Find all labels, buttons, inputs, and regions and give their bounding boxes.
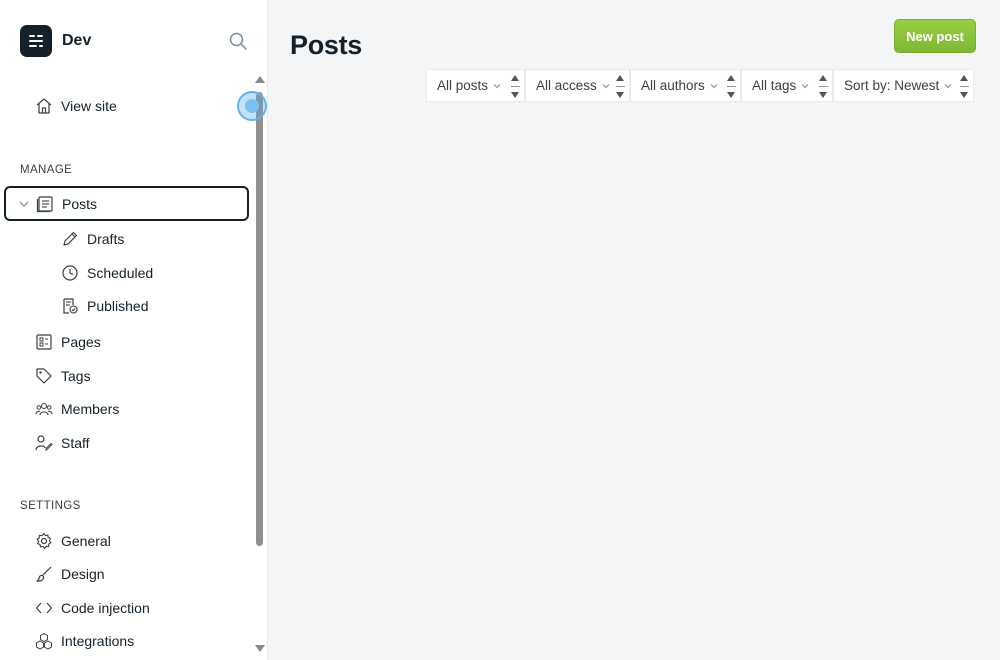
ghost-logo-icon bbox=[20, 25, 52, 57]
chevron-down-icon bbox=[801, 82, 809, 90]
sidebar-item-scheduled[interactable]: Scheduled bbox=[61, 261, 153, 285]
sidebar-item-label: View site bbox=[61, 98, 117, 114]
pencil-icon bbox=[61, 230, 79, 248]
chevron-down-icon bbox=[944, 82, 952, 90]
sidebar-item-tags[interactable]: Tags bbox=[35, 364, 91, 388]
home-icon bbox=[35, 97, 53, 115]
scroll-up-arrow[interactable] bbox=[255, 76, 265, 83]
brush-icon bbox=[35, 565, 53, 583]
filter-label: Sort by: Newest bbox=[844, 78, 940, 93]
scroll-down-arrow[interactable] bbox=[255, 645, 265, 652]
gear-icon bbox=[35, 532, 53, 550]
sidebar-item-label: Published bbox=[87, 298, 149, 314]
sidebar-item-label: Design bbox=[61, 566, 105, 582]
sidebar-item-label: Members bbox=[61, 401, 120, 417]
filter-sort[interactable]: Sort by: Newest bbox=[833, 69, 974, 102]
sidebar-item-view-site[interactable]: View site bbox=[35, 94, 117, 118]
sidebar-item-general[interactable]: General bbox=[35, 529, 111, 553]
chevron-down-icon bbox=[602, 82, 610, 90]
main-content: Posts New post All posts All access All … bbox=[268, 0, 1000, 660]
filter-tags[interactable]: All tags bbox=[741, 69, 833, 102]
sidebar-item-label: Tags bbox=[61, 368, 91, 384]
sidebar-item-label: Staff bbox=[61, 435, 90, 451]
members-icon bbox=[35, 400, 53, 418]
tag-icon bbox=[35, 367, 53, 385]
sidebar-item-staff[interactable]: Staff bbox=[35, 431, 90, 455]
sidebar-item-members[interactable]: Members bbox=[35, 397, 119, 421]
filter-access[interactable]: All access bbox=[525, 69, 630, 102]
spinner-arrows-icon[interactable] bbox=[616, 73, 626, 100]
sidebar-item-label: Posts bbox=[62, 195, 98, 212]
search-icon[interactable] bbox=[228, 31, 248, 51]
pages-icon bbox=[35, 333, 53, 351]
sidebar-scrollbar-thumb[interactable] bbox=[256, 92, 263, 546]
sidebar: Dev View site MANAGE Posts Drafts Schedu… bbox=[0, 0, 268, 660]
sidebar-item-posts[interactable]: Posts bbox=[4, 186, 249, 221]
published-icon bbox=[61, 297, 79, 315]
filter-label: All access bbox=[536, 78, 597, 93]
filter-authors[interactable]: All authors bbox=[630, 69, 741, 102]
chevron-down-icon bbox=[710, 82, 718, 90]
sidebar-item-code-injection[interactable]: Code injection bbox=[35, 596, 150, 620]
spinner-arrows-icon[interactable] bbox=[819, 73, 829, 100]
sidebar-item-label: Scheduled bbox=[87, 265, 154, 281]
staff-icon bbox=[35, 434, 53, 452]
sidebar-item-label: Code injection bbox=[61, 600, 150, 616]
filter-label: All authors bbox=[641, 78, 705, 93]
spinner-arrows-icon[interactable] bbox=[511, 73, 521, 100]
brand-name: Dev bbox=[62, 32, 92, 49]
sidebar-item-published[interactable]: Published bbox=[61, 294, 149, 318]
brand[interactable]: Dev bbox=[20, 25, 91, 57]
clock-icon bbox=[61, 264, 79, 282]
sidebar-item-label: Drafts bbox=[87, 231, 125, 247]
filter-bar: All posts All access All authors All tag… bbox=[426, 69, 974, 102]
new-post-button[interactable]: New post bbox=[894, 19, 976, 53]
sidebar-item-integrations[interactable]: Integrations bbox=[35, 629, 134, 653]
sidebar-item-label: Pages bbox=[61, 334, 101, 350]
manage-section-label: MANAGE bbox=[20, 164, 73, 176]
code-icon bbox=[35, 599, 53, 617]
filter-label: All tags bbox=[752, 78, 797, 93]
sidebar-item-label: Integrations bbox=[61, 633, 135, 649]
filter-post-type[interactable]: All posts bbox=[426, 69, 525, 102]
integrations-icon bbox=[35, 632, 53, 650]
chevron-down-icon bbox=[493, 82, 501, 90]
filter-label: All posts bbox=[437, 78, 489, 93]
settings-section-label: SETTINGS bbox=[20, 500, 81, 512]
spinner-arrows-icon[interactable] bbox=[727, 73, 737, 100]
spinner-arrows-icon[interactable] bbox=[960, 73, 970, 100]
sidebar-item-pages[interactable]: Pages bbox=[35, 330, 101, 354]
sidebar-item-drafts[interactable]: Drafts bbox=[61, 227, 124, 251]
posts-icon bbox=[36, 195, 54, 213]
chevron-down-icon[interactable] bbox=[18, 198, 30, 210]
sidebar-item-design[interactable]: Design bbox=[35, 562, 105, 586]
sidebar-item-label: General bbox=[61, 533, 111, 549]
page-title: Posts bbox=[290, 30, 363, 60]
cursor-indicator bbox=[237, 91, 267, 121]
